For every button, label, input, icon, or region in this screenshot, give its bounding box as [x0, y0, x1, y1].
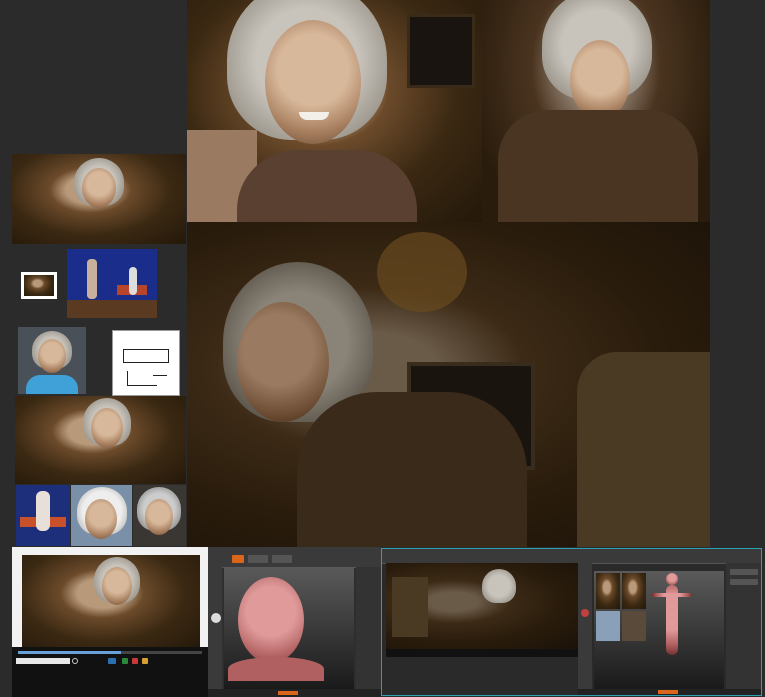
face-shape — [102, 567, 132, 605]
cabinet — [392, 577, 428, 637]
person-standing — [87, 259, 97, 299]
still-looking-down[interactable] — [482, 0, 710, 222]
zbrush-menu-bar[interactable] — [208, 547, 381, 568]
ref-portrait-side[interactable] — [133, 485, 186, 546]
thumb-image — [24, 275, 54, 296]
ref-stage-seated[interactable] — [16, 485, 70, 546]
status-indicator — [278, 691, 298, 695]
tray-button[interactable] — [730, 569, 758, 575]
play-button[interactable] — [108, 658, 116, 664]
search-input[interactable] — [16, 658, 70, 664]
ref-still-smiling-2[interactable] — [15, 396, 186, 484]
search-icon[interactable] — [72, 658, 78, 664]
ref-portrait-blue[interactable] — [18, 327, 86, 394]
seek-bar[interactable] — [18, 651, 202, 654]
head-sculpt — [238, 577, 304, 663]
ref-face-3 — [596, 611, 620, 641]
hair-shape — [482, 569, 516, 603]
player-controls[interactable] — [12, 647, 208, 697]
sculpt-icon[interactable] — [211, 613, 221, 623]
taskbar-icon[interactable] — [132, 658, 138, 664]
zbrush-right-tray[interactable] — [726, 563, 761, 689]
face-shape — [265, 20, 361, 144]
blue-top — [26, 375, 78, 394]
wall-clock — [377, 232, 467, 312]
sketch-line — [153, 375, 167, 376]
zbrush-tool-button[interactable] — [248, 555, 268, 563]
face-shape — [85, 499, 117, 539]
ref-face-4 — [622, 611, 646, 641]
ref-thumb-small[interactable] — [21, 272, 57, 299]
zbrush-canvas — [224, 567, 354, 689]
zbrush-right-tray[interactable] — [356, 567, 381, 689]
figure-arms — [652, 593, 692, 597]
face-shape — [145, 499, 173, 535]
figure-icon[interactable] — [581, 609, 589, 617]
person-seated — [129, 267, 137, 295]
sketch-line — [127, 371, 128, 385]
zbrush-tool-button[interactable] — [232, 555, 244, 563]
shirt — [237, 150, 417, 222]
zbrush-status-bar — [208, 689, 381, 697]
ref-still-smiling[interactable] — [12, 154, 186, 244]
taskbar-icon[interactable] — [142, 658, 148, 664]
video-player-window[interactable] — [12, 547, 208, 697]
person-seated — [36, 491, 50, 531]
zbrush-window-1[interactable] — [208, 547, 381, 697]
zbrush-menu-bar[interactable] — [382, 549, 761, 564]
zbrush-left-shelf[interactable] — [208, 567, 222, 689]
ref-face-2 — [622, 573, 646, 609]
zbrush-status-bar — [578, 689, 761, 695]
ref-portrait-white-hair[interactable] — [71, 485, 132, 546]
sketch-line — [127, 385, 157, 386]
stage-floor — [67, 300, 157, 318]
player-controls[interactable] — [386, 649, 578, 657]
seek-progress — [18, 651, 122, 654]
zbrush-window-2[interactable] — [381, 548, 762, 696]
sketch-line — [123, 349, 169, 350]
still-profile-dark[interactable] — [187, 222, 710, 547]
smile — [299, 112, 329, 120]
picture-frame — [407, 14, 475, 88]
status-indicator — [658, 690, 678, 694]
figure-head — [666, 573, 678, 585]
ref-stage-photo[interactable] — [67, 249, 157, 318]
shirt — [297, 392, 527, 547]
reference-video-frame — [386, 563, 578, 649]
zbrush-left-shelf[interactable] — [578, 563, 592, 689]
still-close-up-smile[interactable] — [187, 0, 482, 222]
sketch-line — [123, 349, 124, 363]
tray-button[interactable] — [730, 579, 758, 585]
video-frame — [22, 555, 200, 651]
face-shape — [82, 168, 116, 208]
shirt — [498, 110, 698, 222]
zbrush-canvas — [594, 571, 724, 689]
sketch-line — [168, 349, 169, 363]
face-shape — [570, 40, 630, 120]
taskbar-icon[interactable] — [122, 658, 128, 664]
sketch-line — [123, 362, 169, 363]
face-shape — [91, 408, 123, 448]
face-shape — [38, 339, 66, 373]
face-shape — [237, 302, 329, 422]
zbrush-tool-button[interactable] — [272, 555, 292, 563]
lamp-shade — [577, 352, 710, 547]
ref-face-1 — [596, 573, 620, 609]
neck-sculpt — [228, 657, 324, 681]
ref-sketch-drawing[interactable] — [112, 330, 180, 396]
